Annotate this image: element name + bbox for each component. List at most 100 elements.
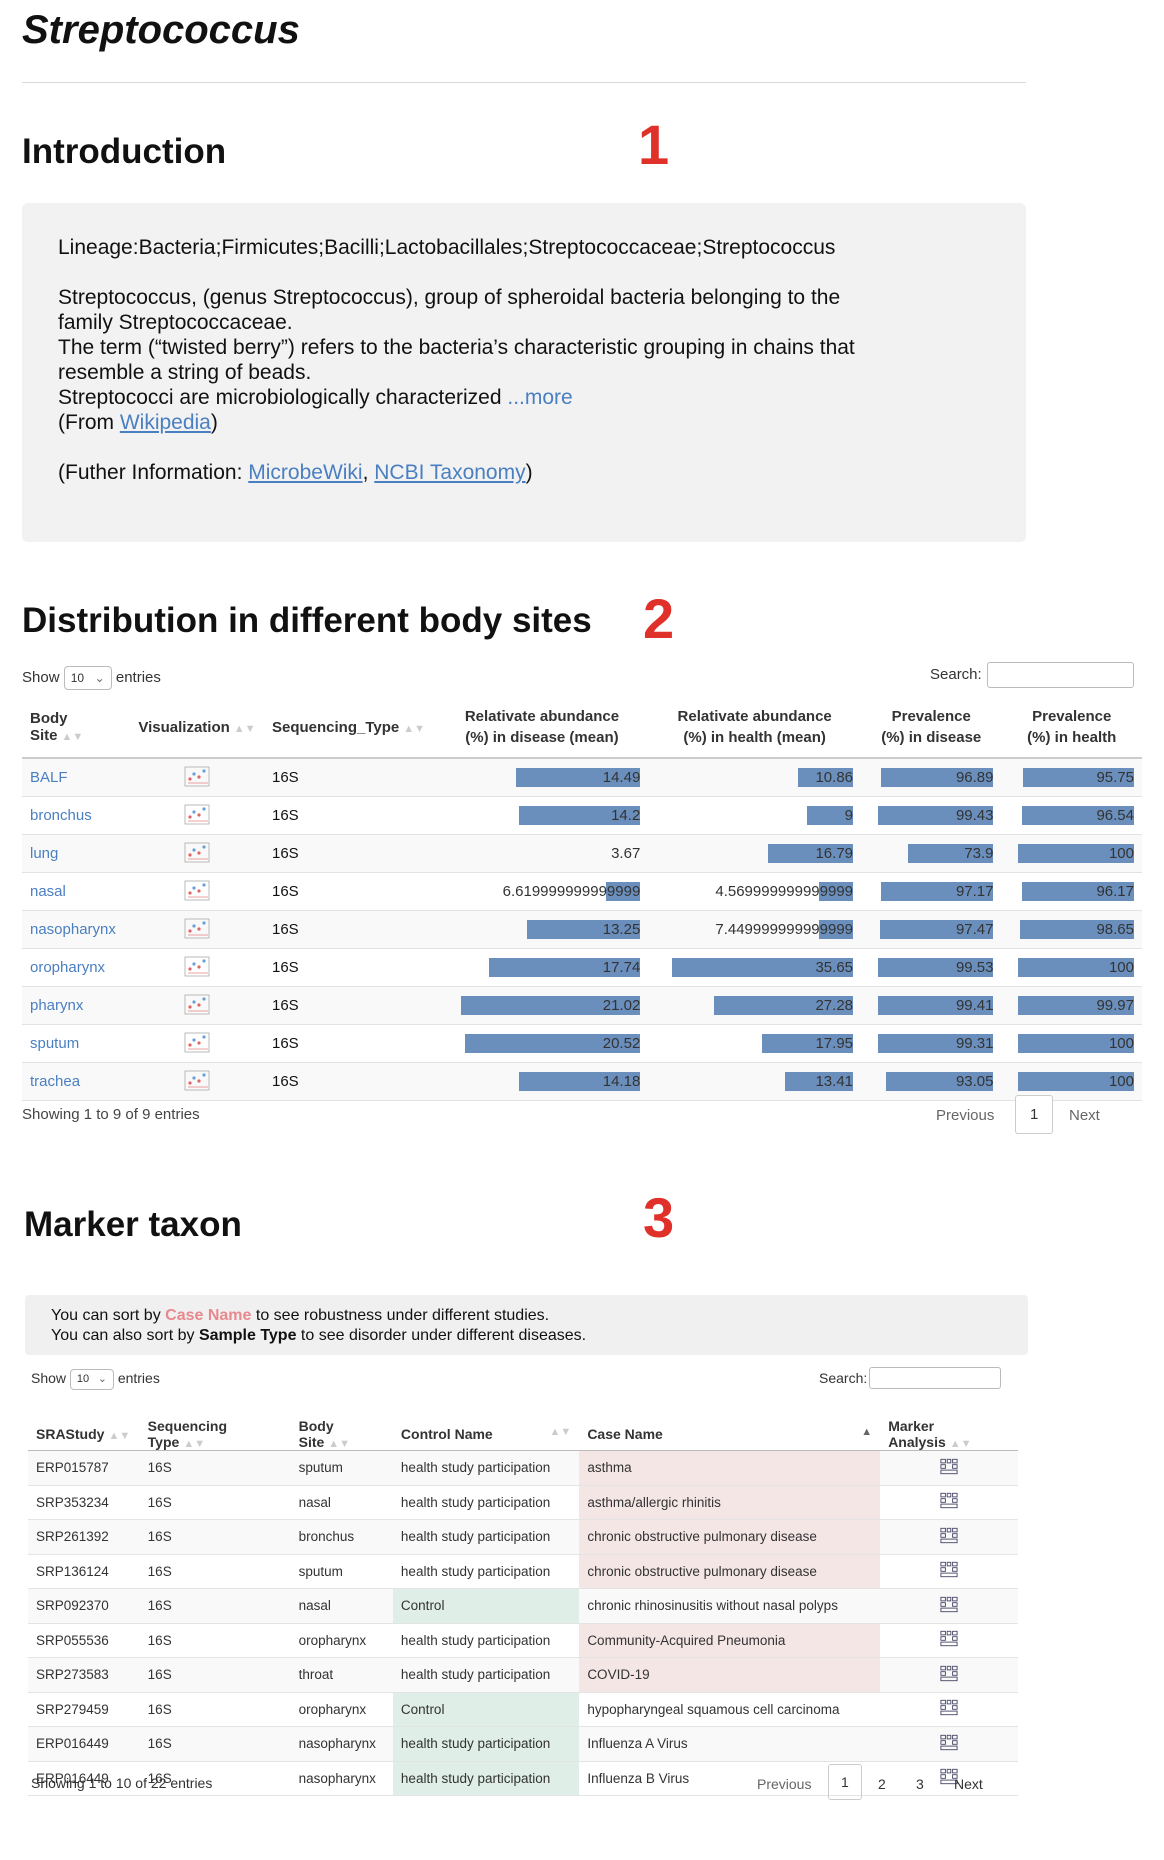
body-site-link[interactable]: oropharynx (22, 948, 131, 987)
scatter-chart-icon[interactable] (184, 1031, 210, 1053)
col-abundance-disease[interactable]: Relativate abundance (%) in disease (mean… (435, 697, 649, 759)
table-row: SRP055536 16S oropharynx health study parti… (28, 1623, 1018, 1658)
show-label: Show (22, 668, 60, 686)
body-site-link[interactable]: lung (22, 834, 131, 873)
bar-cell-ah: 16.79 (648, 834, 862, 873)
body-site-link[interactable]: BALF (22, 758, 131, 797)
entries-select[interactable]: 10 ⌄ (69, 1369, 114, 1390)
bar-cell-ph: 96.17 (1001, 872, 1142, 911)
bar-cell-ah: 13.41 (648, 1062, 862, 1101)
body-site-link[interactable]: bronchus (22, 796, 131, 835)
bar-cell-ph: 100 (1001, 1024, 1142, 1063)
case-name: Community-Acquired Pneumonia (579, 1623, 881, 1658)
col-sequencing-type[interactable]: Sequencing Type ▲▼ (139, 1418, 291, 1451)
sort-arrows-icon: ▲▼ (328, 1438, 351, 1450)
grid-network-icon[interactable] (940, 1665, 958, 1685)
value-label: 17.74 (602, 959, 641, 976)
distribution-table: Body Site ▲▼ Visualization ▲▼ Sequencing_T… (22, 697, 1142, 1101)
marker-search-input[interactable] (869, 1367, 1001, 1389)
previous-button[interactable]: Previous (936, 1107, 994, 1124)
previous-button[interactable]: Previous (757, 1776, 811, 1792)
scatter-chart-icon[interactable] (184, 917, 210, 939)
scatter-chart-icon[interactable] (184, 955, 210, 977)
scatter-chart-icon[interactable] (184, 993, 210, 1015)
col-srastudy[interactable]: SRAStudy ▲▼ (28, 1418, 140, 1451)
table-row: oropharynx 16S 17.74 35.65 99.53 100 (22, 948, 1142, 987)
col-label: Marker Analysis (888, 1418, 946, 1450)
case-name: Influenza A Virus (579, 1726, 881, 1762)
chevron-down-icon: ⌄ (94, 671, 105, 685)
page-button-3[interactable]: 3 (916, 1776, 924, 1792)
sequencing-type: 16S (264, 758, 436, 797)
bar-cell-ph: 96.54 (1001, 796, 1142, 835)
sequencing-type: 16S (139, 1692, 291, 1727)
body-site-link[interactable]: sputum (22, 1024, 131, 1063)
sra-study: SRP261392 (28, 1519, 140, 1555)
col-body-site[interactable]: Body Site ▲▼ (290, 1418, 393, 1451)
value-label: 27.28 (815, 997, 854, 1014)
sort-arrows-icon: ▲▼ (108, 1430, 131, 1442)
col-label: (%) in health (mean) (683, 729, 826, 746)
grid-network-icon[interactable] (940, 1458, 958, 1478)
microbewiki-link[interactable]: MicrobeWiki (248, 461, 362, 484)
ncbi-taxonomy-link[interactable]: NCBI Taxonomy (374, 461, 525, 484)
scatter-chart-icon[interactable] (184, 1069, 210, 1091)
scatter-chart-icon[interactable] (184, 841, 210, 863)
value-label: 97.17 (955, 883, 994, 900)
grid-network-icon[interactable] (940, 1734, 958, 1754)
scatter-chart-icon[interactable] (184, 765, 210, 787)
grid-network-icon[interactable] (940, 1527, 958, 1547)
grid-network-icon[interactable] (940, 1596, 958, 1616)
col-control-name[interactable]: Control Name ▲▼ (392, 1418, 580, 1451)
marker-analysis-cell (880, 1588, 1018, 1624)
col-label: Visualization (138, 718, 230, 736)
sequencing-type: 16S (264, 796, 436, 835)
col-label: Prevalence (891, 708, 971, 725)
page-button-1[interactable]: 1 (828, 1764, 862, 1800)
col-abundance-health[interactable]: Relativate abundance (%) in health (mean) (648, 697, 862, 759)
col-case-name[interactable]: Case Name ▲ (579, 1418, 881, 1451)
search-label: Search: (819, 1370, 868, 1386)
search-input[interactable] (987, 662, 1134, 688)
grid-network-icon[interactable] (940, 1493, 958, 1512)
bar-cell-pd: 73.9 (861, 834, 1002, 873)
value-label: 95.75 (1096, 769, 1134, 786)
col-sequencing-type[interactable]: Sequencing_Type ▲▼ (264, 697, 436, 759)
grid-network-icon[interactable] (940, 1631, 958, 1650)
page-button-1[interactable]: 1 (1015, 1095, 1054, 1134)
wikipedia-link[interactable]: Wikipedia (120, 411, 211, 434)
scatter-chart-icon[interactable] (184, 879, 210, 901)
section-marker-1: 1 (638, 113, 670, 176)
col-prevalence-disease[interactable]: Prevalence (%) in disease (861, 697, 1002, 759)
grid-network-icon[interactable] (940, 1562, 958, 1581)
page-button-2[interactable]: 2 (878, 1776, 886, 1792)
value-label: 100 (1108, 1073, 1134, 1090)
sort-arrows-icon: ▲▼ (61, 731, 84, 743)
bar-cell-ad: 14.49 (435, 758, 649, 797)
col-visualization[interactable]: Visualization ▲▼ (130, 697, 264, 759)
col-body-site[interactable]: Body Site ▲▼ (22, 697, 131, 759)
case-name: asthma/allergic rhinitis (579, 1485, 881, 1520)
bar-cell-ah: 35.65 (648, 948, 862, 987)
scatter-chart-icon[interactable] (184, 803, 210, 825)
table-row: sputum 16S 20.52 17.95 99.31 100 (22, 1024, 1142, 1063)
bar-cell-ah: 4.569999999999999 (648, 872, 862, 911)
grid-network-icon[interactable] (940, 1700, 958, 1719)
col-marker-analysis[interactable]: Marker Analysis ▲▼ (880, 1418, 1018, 1451)
body-site-link[interactable]: nasopharynx (22, 910, 131, 949)
next-button[interactable]: Next (954, 1776, 983, 1792)
case-name: asthma (579, 1450, 881, 1486)
hint-line-1: You can sort by Case Name to see robustn… (51, 1306, 1002, 1326)
next-button[interactable]: Next (1069, 1107, 1100, 1124)
table-row: trachea 16S 14.18 13.41 93.05 100 (22, 1062, 1142, 1101)
sort-ascending-icon: ▲ (861, 1426, 873, 1438)
visualization-cell (130, 1024, 264, 1063)
bar-cell-ad: 17.74 (435, 948, 649, 987)
introduction-heading: Introduction (22, 132, 227, 171)
entries-select[interactable]: 10 ⌄ (63, 666, 112, 690)
more-link[interactable]: ...more (507, 386, 572, 409)
body-site-link[interactable]: nasal (22, 872, 131, 911)
body-site-link[interactable]: pharynx (22, 986, 131, 1025)
body-site-link[interactable]: trachea (22, 1062, 131, 1101)
col-prevalence-health[interactable]: Prevalence (%) in health (1001, 697, 1142, 759)
